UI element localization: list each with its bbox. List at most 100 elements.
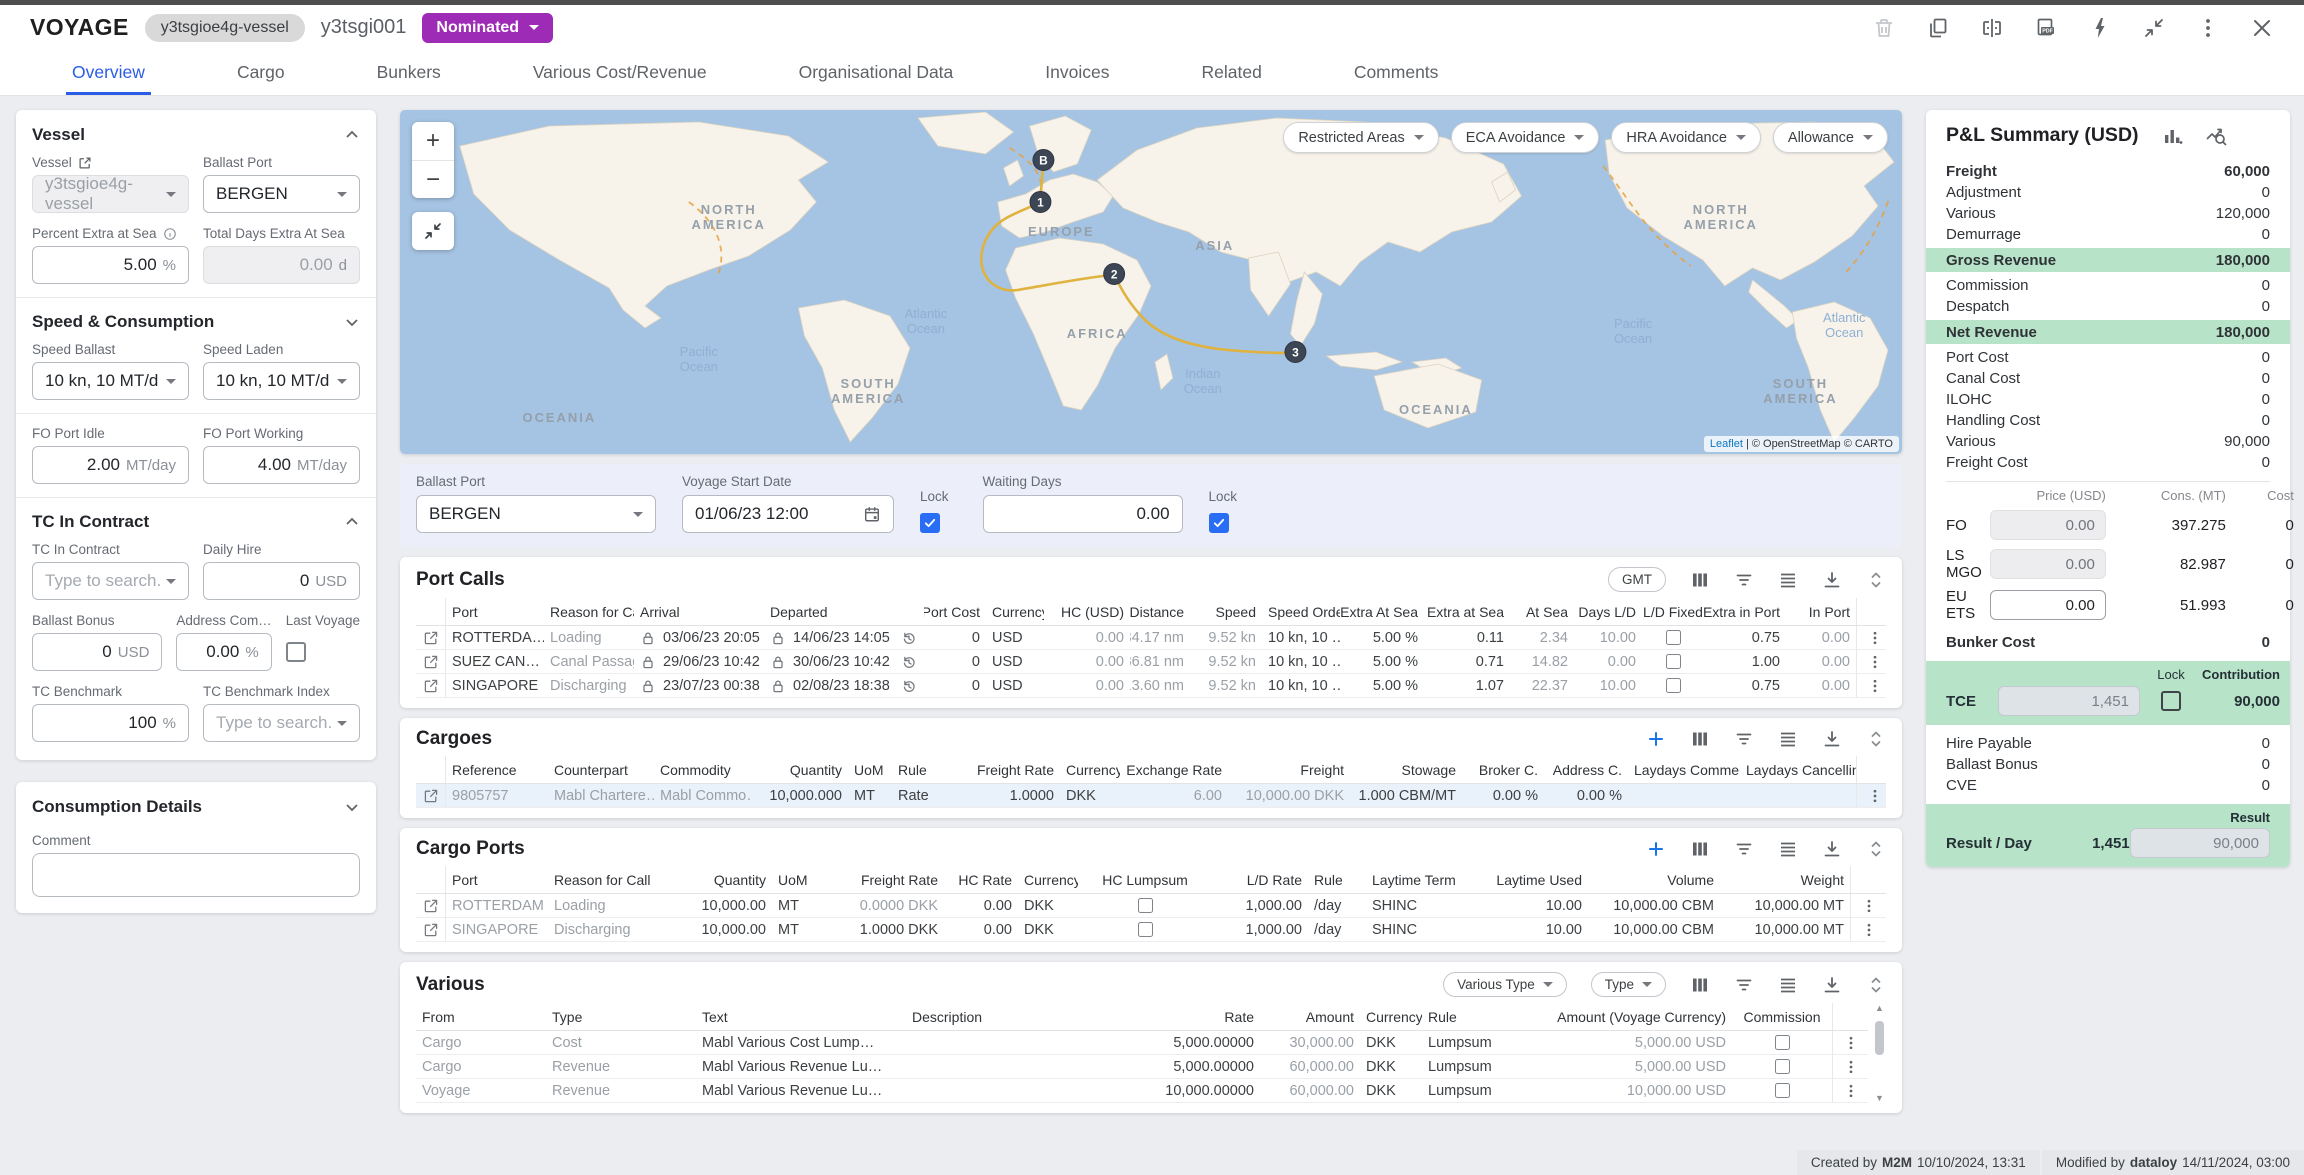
row-menu-icon[interactable]: [1850, 918, 1886, 941]
columns-icon[interactable]: [1690, 570, 1710, 590]
tc-benchmark-index-select[interactable]: Type to search.: [203, 704, 360, 742]
tab-various-cost-revenue[interactable]: Various Cost/Revenue: [487, 50, 753, 95]
download-icon[interactable]: [1822, 975, 1842, 995]
various-commission-checkbox[interactable]: [1732, 1031, 1832, 1054]
open-record-icon[interactable]: [416, 650, 446, 673]
row-menu-icon[interactable]: [1832, 1055, 1868, 1078]
history-icon[interactable]: [894, 650, 924, 673]
bar-chart-icon[interactable]: [2161, 125, 2183, 147]
various-row[interactable]: CargoRevenueMabl Various Revenue Lu…5,00…: [416, 1055, 1868, 1079]
row-menu-icon[interactable]: [1856, 626, 1892, 649]
various-commission-checkbox[interactable]: [1732, 1055, 1832, 1078]
collapse-icon[interactable]: [2142, 16, 2166, 40]
density-icon[interactable]: [1778, 729, 1798, 749]
ballast-port-select[interactable]: BERGEN: [203, 175, 360, 213]
fo-port-working-input[interactable]: 4.00MT/day: [203, 446, 360, 484]
cargoes-row[interactable]: 9805757Mabl Chartere…Mabl Commo…10,000.0…: [416, 784, 1886, 808]
row-menu-icon[interactable]: [1856, 674, 1892, 697]
columns-icon[interactable]: [1690, 975, 1710, 995]
open-record-icon[interactable]: [416, 784, 446, 807]
open-record-icon[interactable]: [416, 894, 446, 917]
plus-icon[interactable]: [1646, 729, 1666, 749]
section-speed[interactable]: Speed & Consumption: [16, 310, 376, 342]
zoom-out-button[interactable]: −: [412, 160, 454, 198]
copy-icon[interactable]: [1926, 16, 1950, 40]
tc-in-contract-select[interactable]: Type to search.: [32, 562, 189, 600]
daily-hire-input[interactable]: 0USD: [203, 562, 360, 600]
map-layer-allowance[interactable]: Allowance: [1773, 122, 1888, 153]
lock-icon[interactable]: [640, 654, 656, 670]
row-menu-icon[interactable]: [1832, 1079, 1868, 1102]
tab-comments[interactable]: Comments: [1308, 50, 1485, 95]
gmt-toggle[interactable]: GMT: [1608, 567, 1666, 592]
address-commission-input[interactable]: 0.00%: [176, 633, 271, 671]
plus-icon[interactable]: [1646, 839, 1666, 859]
voyage-start-date-input[interactable]: 01/06/23 12:00: [682, 495, 894, 533]
section-tc[interactable]: TC In Contract: [16, 510, 376, 542]
density-icon[interactable]: [1778, 839, 1798, 859]
tab-invoices[interactable]: Invoices: [999, 50, 1155, 95]
history-icon[interactable]: [894, 626, 924, 649]
map-layer-hra-avoidance[interactable]: HRA Avoidance: [1611, 122, 1761, 153]
fit-bounds-button[interactable]: [412, 212, 454, 250]
expand-icon[interactable]: [1866, 729, 1886, 749]
speed-laden-select[interactable]: 10 kn, 10 MT/d: [203, 362, 360, 400]
section-vessel[interactable]: Vessel: [16, 110, 376, 155]
filter-icon[interactable]: [1734, 839, 1754, 859]
open-record-icon[interactable]: [416, 626, 446, 649]
lock-icon[interactable]: [640, 630, 656, 646]
close-icon[interactable]: [2250, 16, 2274, 40]
tab-organisational-data[interactable]: Organisational Data: [753, 50, 1000, 95]
open-record-icon[interactable]: [416, 918, 446, 941]
density-icon[interactable]: [1778, 975, 1798, 995]
ballast-bonus-input[interactable]: 0USD: [32, 633, 162, 671]
various-commission-checkbox[interactable]: [1732, 1079, 1832, 1102]
download-icon[interactable]: [1822, 839, 1842, 859]
tab-overview[interactable]: Overview: [26, 50, 191, 95]
various-row[interactable]: CargoCostMabl Various Cost Lump…5,000.00…: [416, 1031, 1868, 1055]
last-voyage-checkbox[interactable]: [286, 642, 306, 662]
bolt-icon[interactable]: [2088, 16, 2112, 40]
status-badge-dropdown[interactable]: Nominated: [422, 13, 553, 43]
filter-icon[interactable]: [1734, 975, 1754, 995]
port_calls-row[interactable]: SINGAPOREDischarging23/07/23 00:3802/08/…: [416, 674, 1886, 698]
lock-icon[interactable]: [770, 678, 786, 694]
tc-benchmark-input[interactable]: 100%: [32, 704, 189, 742]
download-icon[interactable]: [1822, 729, 1842, 749]
tab-bunkers[interactable]: Bunkers: [331, 50, 487, 95]
tce-input[interactable]: 1,451: [1998, 686, 2140, 716]
percent-extra-input[interactable]: 5.00%: [32, 246, 189, 284]
port_calls-ld_fixed-checkbox[interactable]: [1642, 650, 1704, 673]
bunker-price-input[interactable]: 0.00: [1990, 590, 2106, 620]
row-menu-icon[interactable]: [1850, 894, 1886, 917]
lock-icon[interactable]: [770, 630, 786, 646]
tab-cargo[interactable]: Cargo: [191, 50, 331, 95]
kebab-menu-icon[interactable]: [2196, 16, 2220, 40]
leaflet-link[interactable]: Leaflet: [1710, 438, 1743, 450]
trash-icon[interactable]: [1872, 16, 1896, 40]
section-consumption[interactable]: Consumption Details: [16, 782, 376, 827]
history-icon[interactable]: [894, 674, 924, 697]
comment-input[interactable]: [32, 853, 360, 897]
tab-related[interactable]: Related: [1155, 50, 1307, 95]
columns-icon[interactable]: [1690, 839, 1710, 859]
external-link-icon[interactable]: [78, 156, 92, 170]
port_calls-row[interactable]: ROTTERDA…Loading03/06/23 20:0514/06/23 1…: [416, 626, 1886, 650]
row-menu-icon[interactable]: [1856, 784, 1892, 807]
fo-port-idle-input[interactable]: 2.00MT/day: [32, 446, 189, 484]
zoom-in-button[interactable]: +: [412, 122, 454, 160]
tce-lock-checkbox[interactable]: [2161, 691, 2181, 711]
cargo_ports-hc_lumpsum-checkbox[interactable]: [1078, 918, 1212, 941]
columns-icon[interactable]: [1690, 729, 1710, 749]
speed-ballast-select[interactable]: 10 kn, 10 MT/d: [32, 362, 189, 400]
cargo_ports-hc_lumpsum-checkbox[interactable]: [1078, 894, 1212, 917]
density-icon[interactable]: [1778, 570, 1798, 590]
vertical-scrollbar[interactable]: ▲▼: [1873, 1003, 1886, 1103]
voyage-map[interactable]: NORTHAMERICAEUROPEASIAAFRICASOUTHAMERICA…: [400, 110, 1902, 454]
port_calls-row[interactable]: SUEZ CAN…Canal Passage29/06/23 10:4230/0…: [416, 650, 1886, 674]
cargo_ports-row[interactable]: ROTTERDAMLoading10,000.00MT0.0000 DKK0.0…: [416, 894, 1886, 918]
trend-analysis-icon[interactable]: [2205, 125, 2227, 147]
expand-icon[interactable]: [1866, 975, 1886, 995]
waiting-days-lock-checkbox[interactable]: [1209, 513, 1229, 533]
expand-icon[interactable]: [1866, 570, 1886, 590]
